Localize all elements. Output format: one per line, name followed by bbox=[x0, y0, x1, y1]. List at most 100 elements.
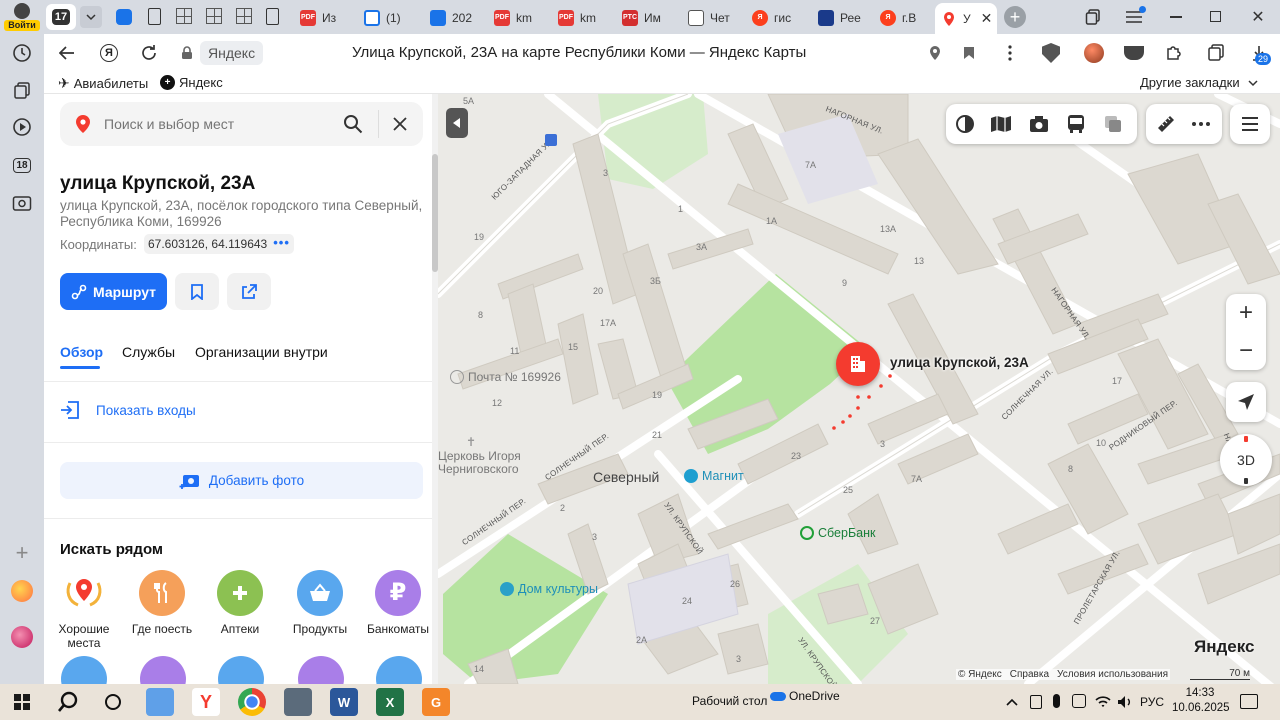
tab-pdf-1[interactable]: PDF Из bbox=[294, 5, 354, 30]
zoom-out-button[interactable]: − bbox=[1226, 332, 1266, 370]
network-icon[interactable] bbox=[1094, 693, 1112, 711]
more-dots-icon[interactable]: ••• bbox=[273, 236, 290, 254]
tab-rtc[interactable]: PTC Им bbox=[616, 5, 680, 30]
collapse-panel-button[interactable] bbox=[446, 108, 468, 138]
sheet-tab-icon-2[interactable] bbox=[206, 8, 222, 24]
history-icon[interactable] bbox=[11, 42, 33, 64]
terms-link[interactable]: Условия использования bbox=[1057, 669, 1168, 680]
doc-tab-icon[interactable] bbox=[148, 8, 161, 25]
bookmark-icon[interactable] bbox=[960, 44, 978, 62]
tab-gv[interactable]: Яг.В bbox=[874, 5, 934, 30]
extension-icon-2[interactable] bbox=[1124, 46, 1144, 60]
collections-icon[interactable] bbox=[1084, 8, 1102, 26]
clear-search-icon[interactable] bbox=[390, 114, 410, 134]
tab-2025[interactable]: 202 bbox=[424, 5, 486, 30]
tab-pdf-3[interactable]: PDF km bbox=[552, 5, 614, 30]
culture-house-poi[interactable]: Дом культуры bbox=[500, 582, 598, 596]
reload-button[interactable] bbox=[138, 42, 160, 64]
category-groceries[interactable]: Продукты bbox=[284, 570, 356, 636]
category-hotel-icon[interactable] bbox=[140, 656, 186, 684]
microphone-icon[interactable] bbox=[1053, 694, 1060, 708]
minimize-window-button[interactable] bbox=[1170, 16, 1182, 18]
language-indicator[interactable]: РУС bbox=[1140, 695, 1164, 709]
clock[interactable]: 14:33 10.06.2025 bbox=[1172, 686, 1230, 716]
tab-chet[interactable]: Чет bbox=[682, 5, 742, 30]
chrome-app-icon[interactable] bbox=[238, 688, 266, 716]
3d-compass-button[interactable]: 3D bbox=[1220, 434, 1272, 486]
onedrive-button[interactable]: OneDrive bbox=[770, 689, 840, 703]
category-atm[interactable]: ₽ Банкоматы bbox=[362, 570, 434, 636]
power-icon[interactable] bbox=[1072, 694, 1086, 708]
tab-services[interactable]: Службы bbox=[122, 344, 175, 360]
more-horizontal-icon[interactable] bbox=[1190, 113, 1212, 135]
category-pharmacy[interactable]: Аптеки bbox=[204, 570, 276, 636]
category-shop-icon[interactable] bbox=[218, 656, 264, 684]
file-manager-app-icon[interactable] bbox=[146, 688, 174, 716]
zoom-in-button[interactable]: + bbox=[1226, 294, 1266, 332]
category-cafe-icon[interactable] bbox=[376, 656, 422, 684]
tab-reestr[interactable]: Рее bbox=[812, 5, 874, 30]
tab-gis[interactable]: Ягис bbox=[746, 5, 810, 30]
add-panel-icon[interactable]: + bbox=[11, 540, 33, 565]
sheet-tab-icon-3[interactable] bbox=[236, 8, 252, 24]
downloads-icon[interactable]: 29 bbox=[1248, 40, 1272, 66]
tab-pdf-2[interactable]: PDF km bbox=[488, 5, 550, 30]
lock-icon[interactable] bbox=[178, 44, 196, 62]
show-hidden-icons-chevron-icon[interactable] bbox=[1002, 692, 1022, 712]
notifications-icon[interactable] bbox=[1240, 694, 1258, 709]
selected-place-pin[interactable] bbox=[836, 342, 882, 388]
extension-icon-1[interactable] bbox=[1084, 43, 1104, 63]
my-location-button[interactable] bbox=[1226, 382, 1266, 422]
yandex-browser-app-icon[interactable]: Y bbox=[192, 688, 220, 716]
tab-mail[interactable]: (1) bbox=[358, 5, 420, 30]
category-shopping-icon[interactable] bbox=[61, 656, 107, 684]
desktop-label[interactable]: Рабочий стол bbox=[692, 694, 767, 708]
save-bookmark-button[interactable] bbox=[175, 273, 219, 310]
map-menu-button[interactable] bbox=[1230, 104, 1270, 144]
traffic-icon[interactable] bbox=[1102, 113, 1124, 135]
show-entrances-button[interactable]: Показать входы bbox=[60, 400, 196, 420]
transit-bus-icon[interactable] bbox=[1065, 113, 1087, 135]
tab-count-button[interactable]: 17 bbox=[46, 4, 76, 30]
location-pin-icon[interactable] bbox=[926, 44, 944, 62]
category-food[interactable]: Где поесть bbox=[126, 570, 198, 636]
church-poi[interactable]: ✝ Церковь Игоря Черниговского bbox=[438, 436, 523, 476]
back-button[interactable] bbox=[56, 42, 78, 64]
route-button[interactable]: Маршрут bbox=[60, 273, 167, 310]
tray-app-icon[interactable] bbox=[1030, 695, 1042, 709]
other-bookmarks[interactable]: Другие закладки bbox=[1140, 75, 1258, 90]
tab-organizations[interactable]: Организации внутри bbox=[195, 344, 328, 360]
messenger-icon[interactable] bbox=[11, 626, 33, 648]
tab-active-maps[interactable]: У ✕ bbox=[935, 3, 997, 34]
cloud-tab-icon[interactable] bbox=[116, 9, 132, 25]
excel-app-icon[interactable]: X bbox=[376, 688, 404, 716]
close-tab-icon[interactable]: ✕ bbox=[981, 10, 993, 27]
menu-icon[interactable] bbox=[1124, 6, 1146, 26]
alice-icon[interactable] bbox=[11, 580, 33, 602]
profile-button[interactable]: Войти bbox=[4, 3, 40, 31]
site-chip[interactable]: Яндекс bbox=[200, 41, 264, 65]
pdf-app-icon[interactable]: G bbox=[422, 688, 450, 716]
volume-icon[interactable] bbox=[1116, 693, 1134, 711]
close-window-button[interactable]: ✕ bbox=[1248, 7, 1268, 27]
tab-overview[interactable]: Обзор bbox=[60, 344, 103, 360]
layers-icon[interactable] bbox=[954, 113, 976, 135]
add-photo-button[interactable]: Добавить фото bbox=[60, 462, 423, 499]
post-office-poi[interactable]: Почта № 169926 bbox=[450, 370, 561, 384]
ruler-icon[interactable] bbox=[1155, 113, 1177, 135]
word-app-icon[interactable]: W bbox=[330, 688, 358, 716]
yandex-home-icon[interactable]: Я bbox=[98, 42, 120, 64]
maximize-window-button[interactable] bbox=[1210, 11, 1221, 22]
sheet-tab-icon-1[interactable] bbox=[176, 8, 192, 24]
help-link[interactable]: Справка bbox=[1010, 669, 1049, 680]
bookmark-yandex[interactable]: + Яндекс bbox=[160, 75, 223, 90]
share-button[interactable] bbox=[227, 273, 271, 310]
search-input[interactable] bbox=[104, 113, 324, 135]
protect-shield-icon[interactable] bbox=[1042, 43, 1060, 63]
search-taskbar-icon[interactable] bbox=[56, 690, 80, 714]
screenshot-icon[interactable] bbox=[11, 192, 33, 214]
sidebar-toggle-icon[interactable] bbox=[1206, 43, 1226, 63]
search-icon[interactable] bbox=[342, 113, 364, 135]
category-good-places[interactable]: Хорошие места bbox=[48, 570, 120, 650]
magnit-poi[interactable]: Магнит bbox=[684, 469, 744, 483]
